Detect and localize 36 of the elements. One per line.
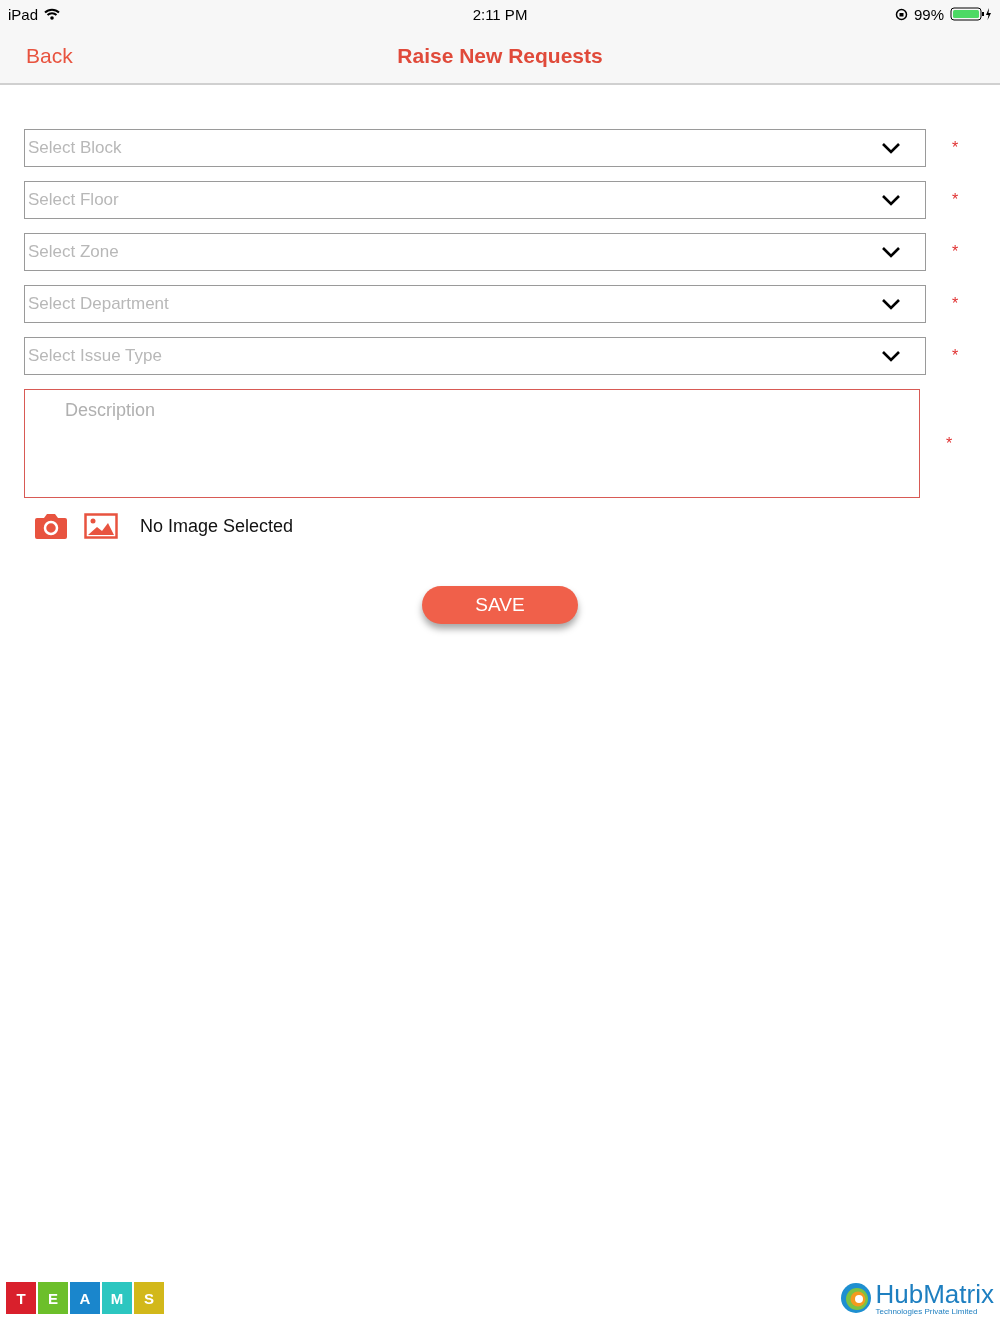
back-button[interactable]: Back xyxy=(16,39,83,72)
battery-icon xyxy=(950,7,992,21)
required-mark: * xyxy=(952,139,959,157)
image-icon[interactable] xyxy=(84,513,118,539)
chevron-down-icon xyxy=(881,350,901,362)
chevron-down-icon xyxy=(881,246,901,258)
company-name: HubMatrix xyxy=(875,1280,994,1307)
wifi-icon xyxy=(44,8,61,20)
device-name: iPad xyxy=(8,5,39,23)
dropdown-field[interactable]: Select Block xyxy=(24,129,926,167)
required-mark: * xyxy=(952,243,959,261)
logo-tile: E xyxy=(38,1282,68,1314)
required-mark: * xyxy=(952,347,959,365)
rotation-lock-icon xyxy=(894,7,908,21)
logo-tile: T xyxy=(6,1282,36,1314)
dropdown-field[interactable]: Select Zone xyxy=(24,233,926,271)
image-status: No Image Selected xyxy=(140,515,294,537)
company-tagline: Technologies Private Limited xyxy=(875,1306,979,1316)
dropdown-field[interactable]: Select Department xyxy=(24,285,926,323)
camera-icon[interactable] xyxy=(34,512,68,540)
chevron-down-icon xyxy=(881,298,901,310)
required-mark: * xyxy=(952,295,959,313)
battery-percent: 99% xyxy=(913,5,944,23)
status-time: 2:11 PM xyxy=(472,5,528,23)
logo-tile: S xyxy=(134,1282,164,1314)
save-button[interactable]: SAVE xyxy=(422,586,578,624)
page-title: Raise New Requests xyxy=(397,43,603,68)
chevron-down-icon xyxy=(881,142,901,154)
required-mark: * xyxy=(952,191,959,209)
chevron-down-icon xyxy=(881,194,901,206)
required-mark: * xyxy=(946,434,953,453)
dropdown-field[interactable]: Select Issue Type xyxy=(24,337,926,375)
dropdown-field[interactable]: Select Floor xyxy=(24,181,926,219)
description-field[interactable]: Description xyxy=(24,389,920,498)
logo-tile: A xyxy=(70,1282,100,1314)
logo-tile: M xyxy=(102,1282,132,1314)
